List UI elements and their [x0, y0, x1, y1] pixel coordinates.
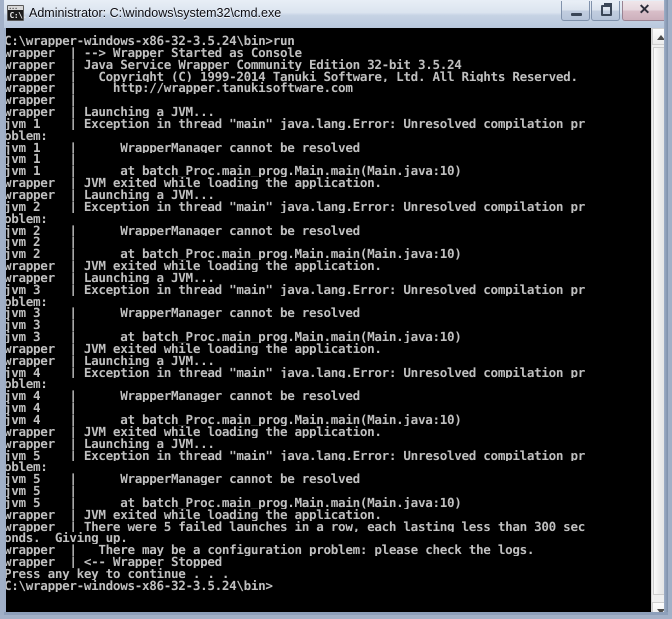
cmd-icon-titlebar-dots: •••	[9, 5, 18, 11]
console-line: jvm 3 | WrapperManager cannot be resolve…	[4, 307, 360, 320]
console-line: jvm 5 | at batch_Proc.main_prog.Main.mai…	[4, 496, 462, 509]
window-title: Administrator: C:\windows\system32\cmd.e…	[29, 6, 282, 20]
console-line: onds. Giving up.	[4, 532, 128, 545]
close-icon: ✕	[638, 1, 651, 17]
window-frame-bottom	[4, 612, 668, 615]
console-line: jvm 2 | at batch_Proc.main_prog.Main.mai…	[4, 248, 462, 261]
close-button[interactable]: ✕	[622, 1, 667, 21]
console-line: wrapper | JVM exited while loading the a…	[4, 425, 382, 438]
console-line: jvm 5 | Exception in thread "main" java.…	[4, 449, 585, 462]
console-line: wrapper | http://wrapper.tanukisoftware.…	[4, 82, 353, 95]
console-line: oblem:	[4, 378, 48, 391]
console-line: wrapper | JVM exited while loading the a…	[4, 508, 382, 521]
console-line: jvm 1 |	[4, 153, 77, 166]
cmd-icon-prompt-glyph: C:\.	[9, 11, 28, 20]
cmd-window: ••• C:\. Administrator: C:\windows\syste…	[0, 0, 672, 619]
console-line: wrapper | <-- Wrapper Stopped	[4, 556, 222, 568]
console-line: jvm 3 | Exception in thread "main" java.…	[4, 283, 585, 296]
console-line: wrapper | Launching a JVM...	[4, 437, 215, 450]
console-line: wrapper | --> Wrapper Started as Console	[4, 46, 302, 59]
console-line: jvm 1 | at batch_Proc.main_prog.Main.mai…	[4, 165, 462, 178]
console-line: oblem:	[4, 129, 48, 142]
console-line: jvm 4 | at batch_Proc.main_prog.Main.mai…	[4, 414, 462, 426]
console-line: wrapper | JVM exited while loading the a…	[4, 342, 382, 355]
console-line: wrapper | Launching a JVM...	[4, 354, 215, 367]
console-line: wrapper | There may be a configuration p…	[4, 544, 535, 557]
console-line: jvm 1 | Exception in thread "main" java.…	[4, 117, 585, 130]
console-line: jvm 5 |	[4, 485, 77, 497]
console-line: wrapper | There were 5 failed launches i…	[4, 520, 585, 533]
console-line: oblem:	[4, 461, 48, 474]
console-line: jvm 4 | Exception in thread "main" java.…	[4, 366, 585, 379]
console-line: C:\wrapper-windows-x86-32-3.5.24\bin>run	[4, 35, 295, 47]
console-line: Press any key to continue . . .	[4, 567, 230, 580]
minimize-button[interactable]	[561, 1, 590, 21]
console-line: jvm 3 |	[4, 319, 77, 332]
console-line: C:\wrapper-windows-x86-32-3.5.24\bin>	[4, 579, 273, 592]
console-line: jvm 1 | WrapperManager cannot be resolve…	[4, 141, 360, 154]
window-titlebar[interactable]: ••• C:\. Administrator: C:\windows\syste…	[4, 0, 668, 29]
console-line: wrapper | Java Service Wrapper Community…	[4, 58, 462, 71]
console-line: jvm 3 | at batch_Proc.main_prog.Main.mai…	[4, 331, 462, 343]
restore-icon-back	[604, 3, 612, 7]
console-line: jvm 2 | Exception in thread "main" java.…	[4, 200, 585, 213]
console-line: jvm 2 |	[4, 236, 77, 249]
window-frame-left	[4, 28, 6, 615]
minimize-icon	[571, 13, 582, 16]
console-line: wrapper | JVM exited while loading the a…	[4, 177, 382, 189]
console-line: oblem:	[4, 295, 48, 308]
console-line: jvm 4 | WrapperManager cannot be resolve…	[4, 390, 360, 403]
console-line: wrapper | Launching a JVM...	[4, 271, 215, 284]
console-line: jvm 2 | WrapperManager cannot be resolve…	[4, 224, 360, 237]
console-output-area[interactable]: C:\wrapper-windows-x86-32-3.5.24\bin>run…	[4, 28, 668, 615]
console-line: wrapper | JVM exited while loading the a…	[4, 260, 382, 272]
console-text-buffer: C:\wrapper-windows-x86-32-3.5.24\bin>run…	[4, 35, 641, 615]
cmd-console-icon: ••• C:\.	[7, 5, 28, 21]
console-line: jvm 5 | WrapperManager cannot be resolve…	[4, 473, 360, 486]
console-line: wrapper | Launching a JVM...	[4, 106, 215, 118]
window-frame-right	[664, 0, 668, 615]
console-line: oblem:	[4, 212, 48, 225]
console-line: wrapper |	[4, 94, 77, 107]
console-line: wrapper | Launching a JVM...	[4, 188, 215, 201]
console-line: jvm 4 |	[4, 402, 77, 414]
restore-button[interactable]	[591, 1, 620, 21]
console-line: wrapper | Copyright (C) 1999-2014 Tanuki…	[4, 70, 578, 83]
